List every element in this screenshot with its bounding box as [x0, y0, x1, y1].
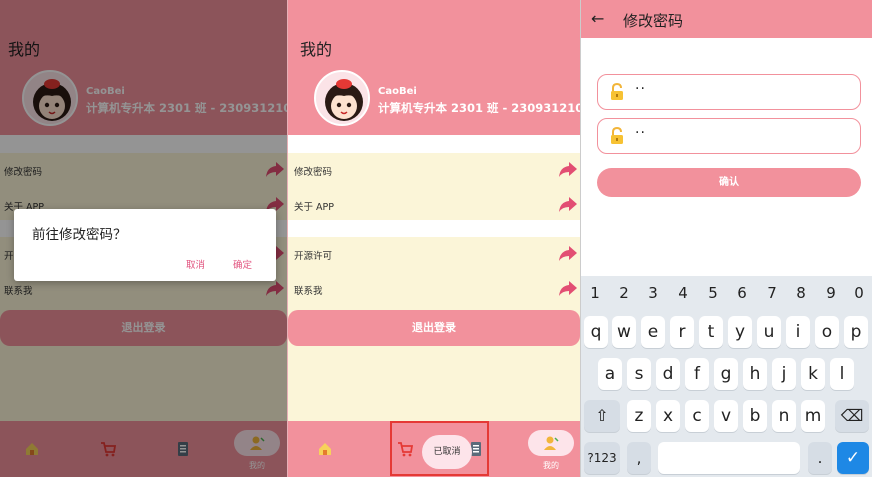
soft-keyboard: 1 2 3 4 5 6 7 8 9 0 q w e r t y u i o p … [581, 276, 872, 477]
key-6[interactable]: 6 [732, 284, 752, 302]
key-l[interactable]: l [830, 358, 854, 390]
key-x[interactable]: x [656, 400, 680, 432]
nav-home[interactable] [300, 421, 350, 477]
divider [288, 135, 580, 153]
key-u[interactable]: u [757, 316, 781, 348]
key-a[interactable]: a [598, 358, 622, 390]
key-h[interactable]: h [743, 358, 767, 390]
logout-button[interactable]: 退出登录 [288, 310, 580, 346]
key-b[interactable]: b [743, 400, 767, 432]
key-y[interactable]: y [728, 316, 752, 348]
key-m[interactable]: m [801, 400, 825, 432]
menu-item-label: 关于 APP [294, 202, 334, 213]
confirm-dialog: 前往修改密码？ 取消 确定 [14, 209, 276, 281]
avatar [314, 70, 370, 126]
key-1[interactable]: 1 [585, 284, 605, 302]
key-w[interactable]: w [612, 316, 636, 348]
space-key[interactable] [658, 442, 800, 474]
page-title: 我的 [300, 40, 333, 59]
password-value: ·· [635, 125, 646, 141]
key-z[interactable]: z [627, 400, 651, 432]
number-row: 1 2 3 4 5 6 7 8 9 0 [581, 284, 872, 304]
key-j[interactable]: j [772, 358, 796, 390]
key-t[interactable]: t [699, 316, 723, 348]
lock-icon [611, 127, 623, 144]
key-e[interactable]: e [641, 316, 665, 348]
menu-item-label: 开源许可 [294, 251, 333, 262]
password-value: ·· [635, 81, 646, 97]
menu-item-label: 联系我 [294, 286, 323, 297]
key-d[interactable]: d [656, 358, 680, 390]
backspace-key[interactable]: ⌫ [835, 400, 869, 432]
menu-item-change-password[interactable]: 修改密码 [288, 153, 580, 185]
key-0[interactable]: 0 [849, 284, 869, 302]
key-c[interactable]: c [685, 400, 709, 432]
profile-screen-toast: 我的 CaoBei 计算机专升本 2301 班 - 2309312103 修改密… [287, 0, 580, 477]
enter-key[interactable]: ✓ [837, 442, 869, 474]
key-5[interactable]: 5 [703, 284, 723, 302]
highlight-box [390, 421, 489, 476]
menu-item-open-source[interactable]: 开源许可 [288, 237, 580, 269]
dialog-cancel-button[interactable]: 取消 [186, 257, 205, 271]
key-q[interactable]: q [584, 316, 608, 348]
profile-screen-dialog: 我的 CaoBei 计算机专升本 2301 班 - 2309312103 修改密… [0, 0, 287, 477]
shift-key[interactable]: ⇧ [584, 400, 620, 432]
key-v[interactable]: v [714, 400, 738, 432]
key-i[interactable]: i [786, 316, 810, 348]
dialog-ok-button[interactable]: 确定 [233, 257, 252, 271]
user-icon [544, 436, 559, 450]
key-p[interactable]: p [844, 316, 868, 348]
menu-item-about-app[interactable]: 关于 APP [288, 188, 580, 220]
key-r[interactable]: r [670, 316, 694, 348]
key-3[interactable]: 3 [643, 284, 663, 302]
divider [288, 220, 580, 237]
username: CaoBei [378, 86, 417, 97]
share-arrow-icon [559, 246, 577, 261]
lock-icon [611, 83, 623, 100]
key-k[interactable]: k [801, 358, 825, 390]
menu-item-contact[interactable]: 联系我 [288, 272, 580, 304]
nav-mine[interactable]: 我的 [526, 421, 576, 477]
symbols-key[interactable]: ?123 [584, 442, 620, 474]
key-s[interactable]: s [627, 358, 651, 390]
key-4[interactable]: 4 [673, 284, 693, 302]
dialog-message: 前往修改密码？ [32, 227, 127, 243]
comma-key[interactable]: , [627, 442, 651, 474]
key-f[interactable]: f [685, 358, 709, 390]
confirm-button[interactable]: 确认 [597, 168, 861, 197]
key-n[interactable]: n [772, 400, 796, 432]
key-o[interactable]: o [815, 316, 839, 348]
back-arrow-icon[interactable]: ← [591, 9, 611, 29]
nav-label: 我的 [543, 461, 559, 470]
page-title: 修改密码 [623, 12, 684, 30]
key-8[interactable]: 8 [791, 284, 811, 302]
change-password-screen: ← 修改密码 ·· ·· 确认 1 2 3 4 5 6 7 8 9 0 q w … [580, 0, 872, 477]
key-2[interactable]: 2 [614, 284, 634, 302]
old-password-field[interactable]: ·· [597, 74, 861, 110]
home-icon [319, 443, 331, 455]
share-arrow-icon [559, 281, 577, 296]
share-arrow-icon [559, 197, 577, 212]
key-g[interactable]: g [714, 358, 738, 390]
share-arrow-icon [559, 162, 577, 177]
new-password-field[interactable]: ·· [597, 118, 861, 154]
menu-item-label: 修改密码 [294, 167, 333, 178]
key-9[interactable]: 9 [821, 284, 841, 302]
key-7[interactable]: 7 [762, 284, 782, 302]
period-key[interactable]: . [808, 442, 832, 474]
class-info: 计算机专升本 2301 班 - 2309312103 [378, 101, 580, 115]
